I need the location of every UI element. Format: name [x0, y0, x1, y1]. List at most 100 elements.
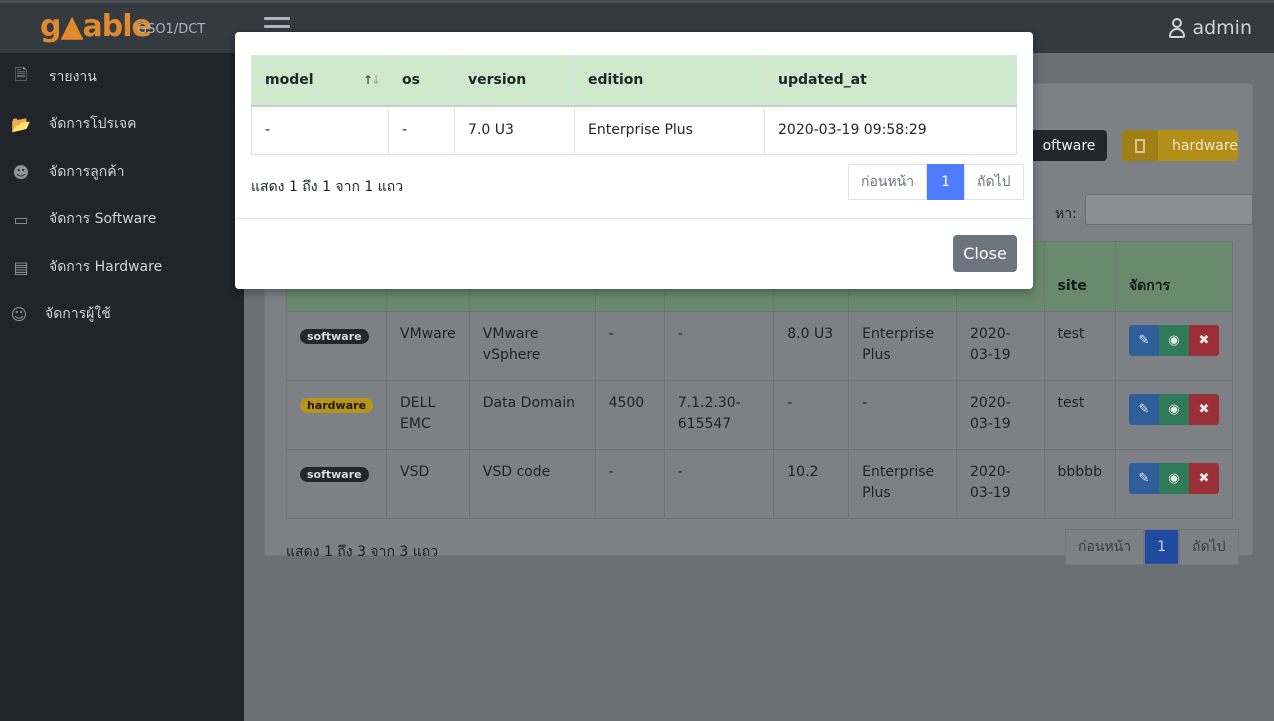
os-cell: - [388, 105, 455, 155]
modal-header-version[interactable]: version [454, 55, 575, 107]
model-cell: - [251, 105, 389, 155]
modal-header-model[interactable]: model ↑↓ [251, 55, 389, 107]
filter-hardware-button[interactable]: hardware [1122, 130, 1238, 161]
os-cell: - [663, 311, 775, 381]
site-cell: bbbbb [1043, 449, 1116, 519]
product-cell: Data Domain [468, 380, 596, 450]
site-cell: test [1043, 311, 1116, 381]
pagination-next[interactable]: ถัดไป [1179, 529, 1239, 565]
table-row: software VMware VMware vSphere - - 8.0 U… [285, 311, 1234, 381]
sidebar-item-report[interactable]: 🗎 รายงาน [0, 62, 244, 92]
sort-asc-icon: ↑↓ [362, 73, 381, 87]
modal-table: model ↑↓ os version edition updated_at -… [251, 55, 1017, 155]
sidebar-item-label: จัดการ Hardware [49, 259, 163, 275]
model-cell: - [594, 449, 665, 519]
date-cell: 2020-03-19 [956, 449, 1045, 519]
date-cell: 2020-03-19 [956, 380, 1045, 450]
modal-header-updated-at[interactable]: updated_at [764, 55, 1017, 107]
version-cell: 7.0 U3 [454, 105, 575, 155]
edit-icon[interactable]: ✎ [1128, 325, 1159, 356]
updated-at-cell: 2020-03-19 09:58:29 [764, 105, 1017, 155]
sidebar-item-software[interactable]: ▭ จัดการ Software [0, 204, 244, 234]
search-input[interactable] [1085, 194, 1253, 225]
close-button[interactable]: Close [953, 235, 1017, 272]
microchip-icon: ▤ [13, 257, 29, 277]
trash-icon[interactable]: ✖ [1188, 325, 1219, 356]
edition-cell: - [848, 380, 958, 450]
vendor-cell: VMware [386, 311, 470, 381]
version-cell: 10.2 [773, 449, 850, 519]
user-menu[interactable]: admin [1168, 17, 1252, 39]
edit-icon[interactable]: ✎ [1128, 394, 1159, 425]
user-name: admin [1192, 17, 1252, 39]
type-badge: hardware [300, 398, 374, 413]
pagination-prev[interactable]: ก่อนหน้า [848, 164, 928, 200]
filter-hardware-label: hardware [1172, 137, 1238, 154]
filter-software-button[interactable]: oftware [1027, 130, 1107, 161]
version-cell: - [773, 380, 850, 450]
product-cell: VMware vSphere [468, 311, 596, 381]
excel-file-icon: 🗎 [14, 64, 28, 84]
eye-icon[interactable]: ◉ [1158, 325, 1189, 356]
sidebar-item-label: รายงาน [49, 69, 97, 85]
sidebar-item-users[interactable]: ☺ จัดการผู้ใช้ [0, 299, 244, 329]
sidebar-item-label: จัดการโปรเจค [49, 116, 137, 132]
model-cell: - [594, 311, 665, 381]
model-cell: 4500 [594, 380, 665, 450]
sidebar-item-hardware[interactable]: ▤ จัดการ Hardware [0, 252, 244, 282]
modal-divider [235, 218, 1033, 219]
type-cell: hardware [285, 380, 388, 450]
modal-table-header-row: model ↑↓ os version edition updated_at [251, 55, 1017, 107]
table-header[interactable]: จัดการ [1114, 241, 1234, 312]
pagination-next[interactable]: ถัดไป [964, 164, 1024, 200]
modal-header-edition[interactable]: edition [574, 55, 765, 107]
date-cell: 2020-03-19 [956, 311, 1045, 381]
modal-header-os[interactable]: os [388, 55, 455, 107]
os-cell: 7.1.2.30-615547 [663, 380, 775, 450]
actions-cell: ✎ ◉ ✖ [1114, 449, 1234, 519]
microchip-icon [1122, 130, 1158, 161]
modal-pagination: ก่อนหน้า 1 ถัดไป [848, 164, 1024, 200]
table-info: แสดง 1 ถึง 3 จาก 3 แถว [286, 544, 439, 560]
eye-icon[interactable]: ◉ [1158, 394, 1189, 425]
pagination-page[interactable]: 1 [1144, 529, 1180, 565]
vendor-cell: VSD [386, 449, 470, 519]
sidebar-item-projects[interactable]: 📂 จัดการโปรเจค [0, 109, 244, 139]
folder-open-icon: 📂 [11, 114, 31, 134]
vendor-cell: DELL EMC [386, 380, 470, 450]
site-cell: test [1043, 380, 1116, 450]
user-plus-icon: ☺ [10, 304, 28, 324]
type-cell: software [285, 311, 388, 381]
table-row: software VSD VSD code - - 10.2 Enterpris… [285, 449, 1234, 519]
os-cell: - [663, 449, 775, 519]
version-cell: 8.0 U3 [773, 311, 850, 381]
pagination-page[interactable]: 1 [927, 164, 965, 200]
sidebar: 🗎 รายงาน 📂 จัดการโปรเจค ☻ จัดการลูกค้า ▭… [0, 53, 244, 721]
sidebar-item-label: จัดการผู้ใช้ [45, 306, 111, 322]
eye-icon[interactable]: ◉ [1158, 463, 1189, 494]
trash-icon[interactable]: ✖ [1188, 463, 1219, 494]
logo[interactable]: g▲able [40, 9, 152, 44]
pagination-prev[interactable]: ก่อนหน้า [1065, 529, 1145, 565]
edition-cell: Enterprise Plus [848, 449, 958, 519]
modal-header-label: model [265, 72, 314, 89]
type-badge: software [300, 467, 369, 482]
actions-cell: ✎ ◉ ✖ [1114, 311, 1234, 381]
edition-cell: Enterprise Plus [848, 311, 958, 381]
sidebar-item-label: จัดการ Software [49, 211, 157, 227]
modal-table-info: แสดง 1 ถึง 1 จาก 1 แถว [251, 179, 404, 195]
table-header[interactable]: site [1043, 241, 1116, 312]
actions-cell: ✎ ◉ ✖ [1114, 380, 1234, 450]
sidebar-item-customers[interactable]: ☻ จัดการลูกค้า [0, 157, 244, 187]
product-cell: VSD code [468, 449, 596, 519]
table-row: - - 7.0 U3 Enterprise Plus 2020-03-19 09… [251, 105, 1017, 155]
filter-software-label: oftware [1042, 137, 1096, 154]
detail-modal: model ↑↓ os version edition updated_at -… [235, 32, 1033, 289]
laptop-icon: ▭ [13, 209, 29, 229]
sidebar-item-label: จัดการลูกค้า [49, 164, 125, 180]
trash-icon[interactable]: ✖ [1188, 394, 1219, 425]
users-icon: ☻ [12, 162, 30, 182]
logo-subtitle: GSO1/DCT [137, 22, 206, 37]
edit-icon[interactable]: ✎ [1128, 463, 1159, 494]
user-icon [1168, 18, 1186, 38]
